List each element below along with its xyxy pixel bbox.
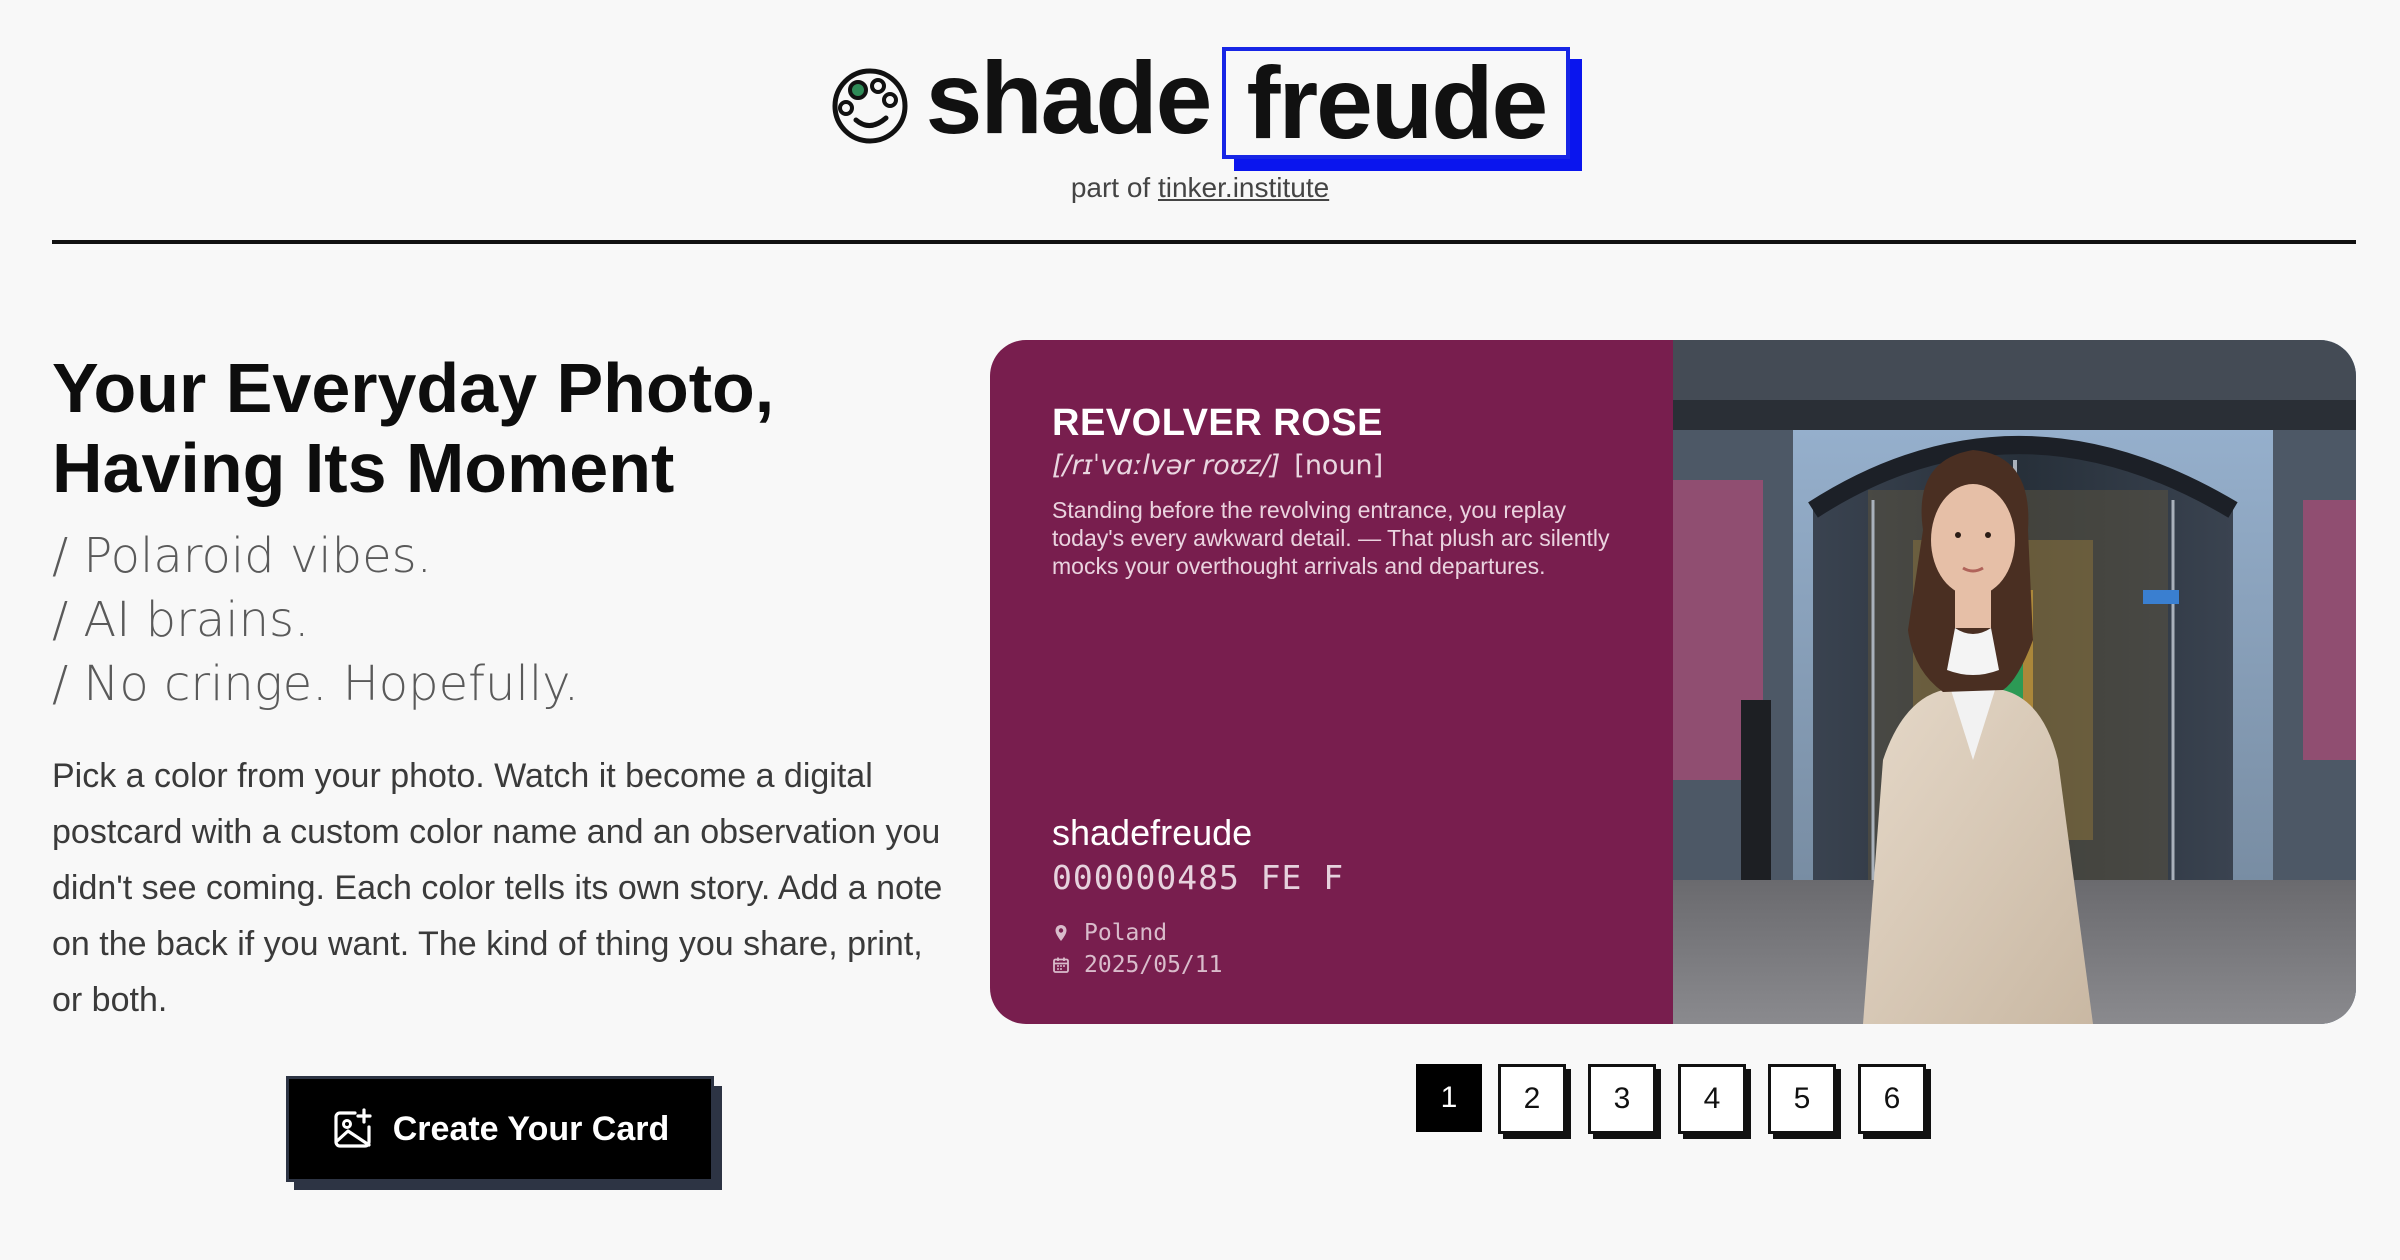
calendar-icon	[1053, 957, 1069, 973]
page-button-5[interactable]: 5	[1768, 1064, 1836, 1134]
create-card-button[interactable]: Create Your Card	[286, 1076, 714, 1182]
create-card-button-wrap: Create Your Card	[286, 1076, 722, 1190]
logo-text-freude: freude	[1222, 47, 1571, 159]
color-phonetic-line: [/rɪˈvɑːlvər roʊz/] [noun]	[1052, 450, 1383, 481]
tagline-item: / No cringe. Hopefully.	[52, 656, 579, 712]
card-brand: shadefreude	[1052, 812, 1253, 853]
postcard-preview[interactable]: REVOLVER ROSE [/rɪˈvɑːlvər roʊz/] [noun] …	[990, 340, 2356, 1024]
card-date-text: 2025/05/11	[1084, 952, 1223, 978]
image-plus-icon	[334, 1108, 372, 1148]
page-button-3[interactable]: 3	[1588, 1064, 1656, 1134]
logo-text-shade: shade	[925, 41, 1213, 155]
create-card-label: Create Your Card	[392, 1109, 670, 1148]
card-date: 2025/05/11	[1052, 952, 1222, 978]
hero-headline: Your Everyday Photo, Having Its Moment	[52, 348, 972, 508]
page-button-6[interactable]: 6	[1858, 1064, 1926, 1134]
hero-description: Pick a color from your photo. Watch it b…	[52, 757, 943, 1019]
revolving-door-photo	[1673, 340, 2356, 1024]
tagline-list: / Polaroid vibes. / AI brains. / No crin…	[52, 524, 952, 716]
tagline-item: / Polaroid vibes.	[52, 528, 432, 584]
card-code: 000000485 FE F	[1052, 858, 1345, 897]
page-button-2[interactable]: 2	[1498, 1064, 1566, 1134]
headline-line-2: Having Its Moment	[52, 429, 675, 507]
part-of-speech: [noun]	[1294, 450, 1384, 481]
header-divider	[52, 240, 2356, 244]
part-of-line: part of tinker.institute	[0, 172, 2400, 204]
color-name: REVOLVER ROSE	[1052, 402, 1383, 444]
card-photo	[1673, 340, 2356, 1024]
card-color-panel: REVOLVER ROSE [/rɪˈvɑːlvər roʊz/] [noun] …	[990, 340, 1673, 1024]
logo[interactable]: shade freude	[0, 36, 2400, 171]
card-location-text: Poland	[1084, 920, 1168, 946]
tinker-institute-link[interactable]: tinker.institute	[1158, 172, 1329, 203]
site-header: shade freude part of tinker.institute	[0, 0, 2400, 244]
color-phonetic: [/rɪˈvɑːlvər roʊz/]	[1052, 450, 1281, 481]
palette-icon	[832, 68, 908, 144]
page-button-1[interactable]: 1	[1416, 1064, 1482, 1132]
headline-line-1: Your Everyday Photo,	[52, 349, 775, 427]
page-button-4[interactable]: 4	[1678, 1064, 1746, 1134]
logo-freude-box: freude	[1222, 47, 1583, 171]
part-of-prefix: part of	[1070, 172, 1151, 203]
map-pin-icon	[1055, 925, 1067, 941]
card-location: Poland	[1052, 920, 1167, 946]
tagline-item: / AI brains.	[52, 592, 310, 648]
color-observation: Standing before the revolving entrance, …	[1052, 497, 1610, 579]
